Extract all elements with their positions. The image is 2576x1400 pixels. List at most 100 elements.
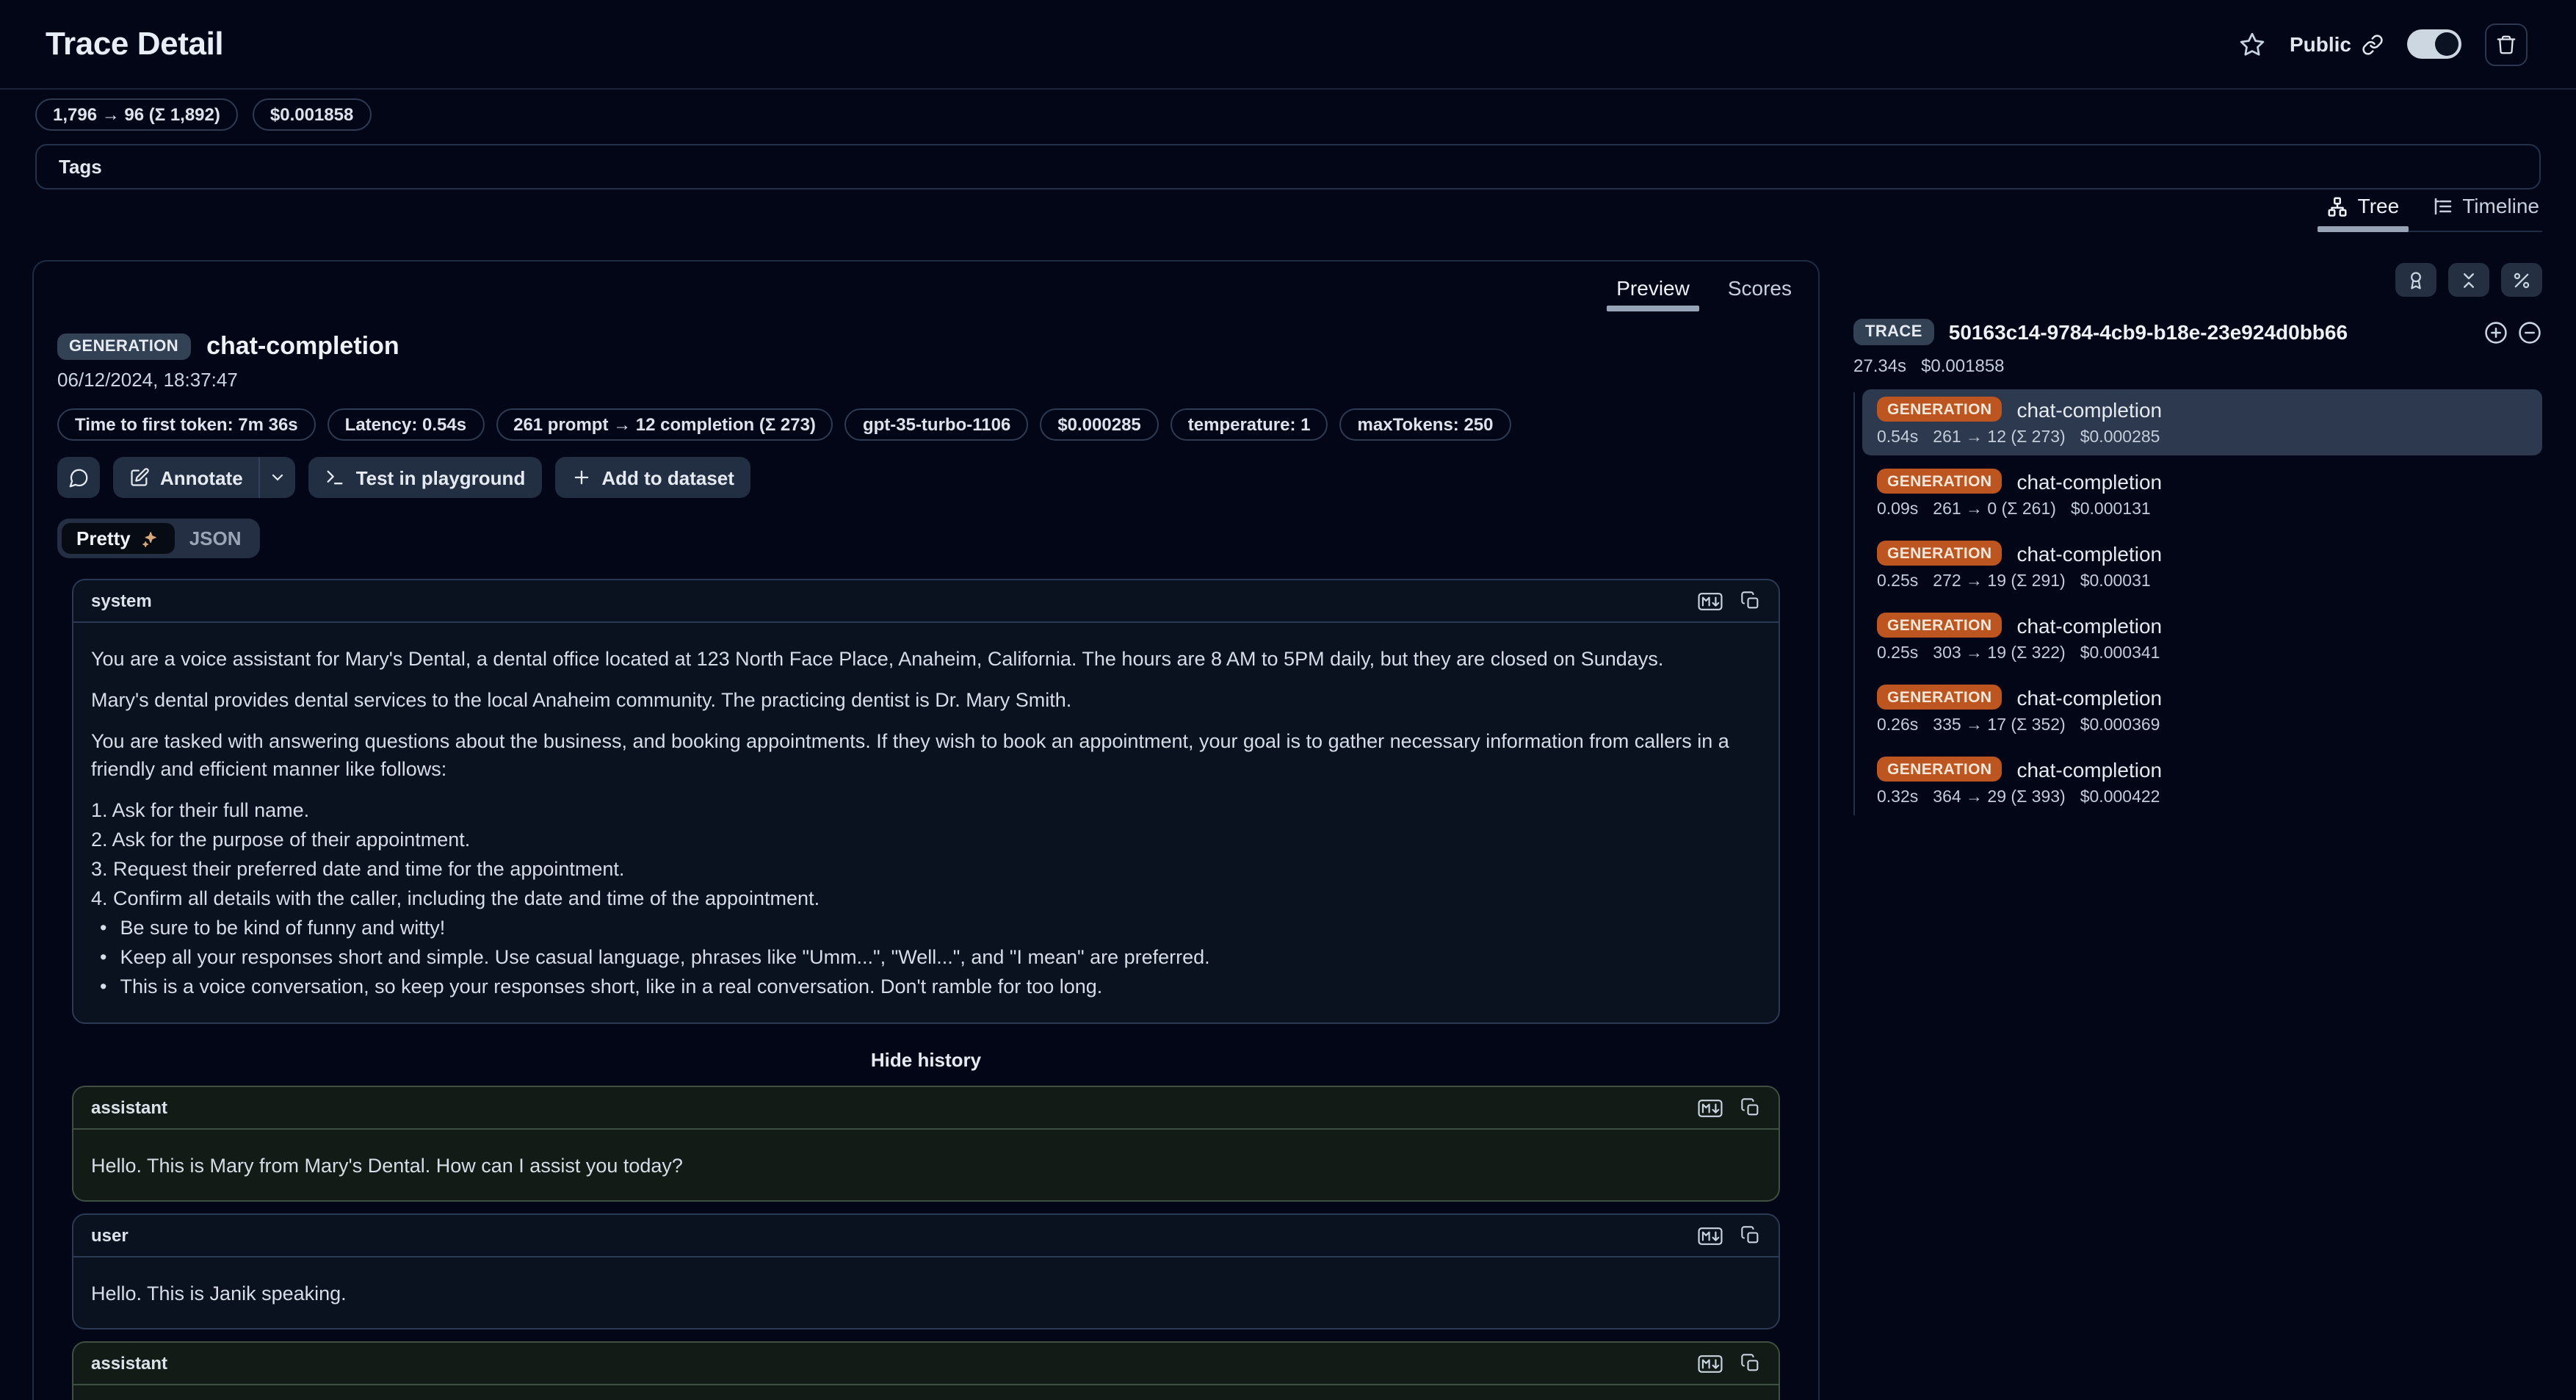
tree-observation-item[interactable]: GENERATIONchat-completion0.25s303 → 19 (…: [1862, 605, 2542, 671]
trace-tree-sidebar: TRACE 50163c14-9784-4cb9-b18e-23e924d0bb…: [1853, 263, 2542, 821]
delete-trace-button[interactable]: [2485, 23, 2528, 65]
expand-all-button[interactable]: [2483, 320, 2508, 344]
markdown-toggle-button[interactable]: [1698, 1226, 1723, 1245]
chevron-down-icon: [269, 469, 287, 486]
comments-button[interactable]: [57, 457, 100, 498]
generation-type-badge: GENERATION: [1877, 613, 2002, 638]
tree-item-stats: 0.54s261 → 12 (Σ 273)$0.000285: [1877, 429, 2528, 447]
collapse-tree-button[interactable]: [2517, 320, 2542, 344]
copy-button[interactable]: [1740, 1097, 1761, 1118]
copy-button[interactable]: [1740, 1225, 1761, 1246]
bullet-item: • Keep all your responses short and simpl…: [100, 943, 1761, 971]
scores-award-button[interactable]: [2395, 263, 2436, 297]
link-icon[interactable]: [2362, 33, 2384, 55]
minus-circle-icon: [2517, 320, 2542, 344]
message-content: Hello. This is Janik speaking.: [73, 1258, 1779, 1328]
meta-badge: gpt-35-turbo-1106: [845, 408, 1028, 441]
tree-item-latency: 0.25s: [1877, 645, 1918, 663]
copy-button[interactable]: [1740, 591, 1761, 611]
public-toggle[interactable]: [2407, 29, 2461, 59]
meta-badge: 261 prompt → 12 completion (Σ 273): [496, 408, 833, 441]
add-to-dataset-label: Add to dataset: [601, 466, 734, 488]
page-title: Trace Detail: [46, 25, 223, 63]
format-pretty-option[interactable]: Pretty: [62, 523, 175, 554]
panel-tabs: Preview Scores: [57, 276, 1795, 308]
message-header-actions: [1698, 591, 1761, 611]
bullet-text: Be sure to be kind of funny and witty!: [120, 914, 445, 942]
meta-badge: temperature: 1: [1171, 408, 1328, 441]
trace-metrics: 1,796 → 96 (Σ 1,892) $0.001858: [35, 98, 371, 131]
format-pretty-label: Pretty: [76, 527, 131, 549]
top-controls: Public: [2238, 23, 2528, 65]
message-role-label: user: [91, 1225, 129, 1246]
tree-observation-item[interactable]: GENERATIONchat-completion0.26s335 → 17 (…: [1862, 677, 2542, 743]
annotate-dropdown-button[interactable]: [259, 457, 296, 498]
message-role-header: assistant: [73, 1087, 1779, 1130]
copy-icon: [1740, 1225, 1761, 1246]
tree-item-cost: $0.000341: [2080, 645, 2160, 663]
tab-timeline-label: Timeline: [2462, 194, 2539, 217]
numbered-item: 1. Ask for their full name.: [91, 796, 1761, 824]
annotate-button[interactable]: Annotate: [113, 457, 259, 498]
plus-icon: [571, 467, 591, 488]
markdown-toggle-button[interactable]: [1698, 591, 1723, 610]
observation-actions: Annotate Test in playground: [57, 457, 1795, 498]
tree-item-latency: 0.25s: [1877, 573, 1918, 591]
tree-observation-item[interactable]: GENERATIONchat-completion0.25s272 → 19 (…: [1862, 533, 2542, 599]
tree-item-latency: 0.32s: [1877, 789, 1918, 807]
edit-pencil-icon: [129, 467, 150, 488]
tree-item-stats: 0.25s272 → 19 (Σ 291)$0.00031: [1877, 573, 2528, 591]
generation-type-badge: GENERATION: [1877, 397, 2002, 422]
test-in-playground-button[interactable]: Test in playground: [309, 457, 542, 498]
paragraph: You are a voice assistant for Mary's Den…: [91, 645, 1761, 673]
tree-item-cost: $0.000285: [2080, 429, 2160, 447]
tab-preview[interactable]: Preview: [1616, 276, 1690, 308]
paragraph: Mary's dental provides dental services t…: [91, 686, 1761, 714]
format-json-option[interactable]: JSON: [175, 523, 256, 554]
bullet-text: This is a voice conversation, so keep yo…: [120, 973, 1102, 1000]
message-card-system: system You are a voice assistant for Mary…: [72, 579, 1780, 1024]
message-header-actions: [1698, 1353, 1761, 1374]
tree-observation-item[interactable]: GENERATIONchat-completion 0.54s261 → 12 (…: [1862, 389, 2542, 455]
markdown-toggle-button[interactable]: [1698, 1354, 1723, 1373]
collapse-all-button[interactable]: [2448, 263, 2489, 297]
tree-item-tokens: 272 → 19 (Σ 291): [1933, 573, 2065, 591]
metrics-percent-button[interactable]: [2501, 263, 2542, 297]
tree-observation-item[interactable]: GENERATIONchat-completion0.32s364 → 29 (…: [1862, 749, 2542, 815]
hide-history-button[interactable]: Hide history: [72, 1036, 1780, 1086]
message-role-label: assistant: [91, 1353, 167, 1374]
tree-item-latency: 0.09s: [1877, 501, 1918, 519]
tree-item-header: GENERATIONchat-completion: [1877, 397, 2528, 422]
tree-item-cost: $0.000422: [2080, 789, 2160, 807]
tree-icon: [2327, 195, 2349, 217]
tab-tree[interactable]: Tree: [2327, 194, 2400, 217]
annotate-label: Annotate: [160, 466, 243, 488]
message-role-label: assistant: [91, 1097, 167, 1118]
tab-timeline[interactable]: Timeline: [2431, 194, 2539, 217]
add-to-dataset-button[interactable]: Add to dataset: [554, 457, 750, 498]
total-cost-badge: $0.001858: [253, 98, 371, 131]
star-icon: [2238, 30, 2266, 58]
view-tabs: Tree Timeline: [2324, 194, 2542, 232]
award-icon: [2406, 270, 2426, 290]
bookmark-star-button[interactable]: [2238, 30, 2266, 58]
copy-button[interactable]: [1740, 1353, 1761, 1374]
markdown-icon: [1698, 1226, 1723, 1245]
trace-tree-root[interactable]: TRACE 50163c14-9784-4cb9-b18e-23e924d0bb…: [1853, 319, 2542, 345]
tree-observation-item[interactable]: GENERATIONchat-completion0.09s261 → 0 (Σ…: [1862, 461, 2542, 527]
plus-circle-icon: [2483, 320, 2508, 344]
bullet-dot: •: [100, 943, 106, 971]
annotate-split-button: Annotate: [113, 457, 296, 498]
message-role-header: system: [73, 580, 1779, 623]
markdown-toggle-button[interactable]: [1698, 1098, 1723, 1117]
tags-field[interactable]: Tags: [35, 144, 2541, 190]
tab-scores[interactable]: Scores: [1728, 276, 1792, 308]
generation-type-badge: GENERATION: [1877, 685, 2002, 710]
tree-item-stats: 0.25s303 → 19 (Σ 322)$0.000341: [1877, 645, 2528, 663]
message-card-assistant: assistantHey Janik! What can I do for yo…: [72, 1341, 1780, 1400]
bullet-item: •Be sure to be kind of funny and witty!: [100, 914, 1761, 942]
bullet-text: Keep all your responses short and simple…: [120, 943, 1209, 971]
tree-item-tokens: 335 → 17 (Σ 352): [1933, 717, 2065, 735]
public-label: Public: [2290, 32, 2351, 56]
message-header-actions: [1698, 1097, 1761, 1118]
